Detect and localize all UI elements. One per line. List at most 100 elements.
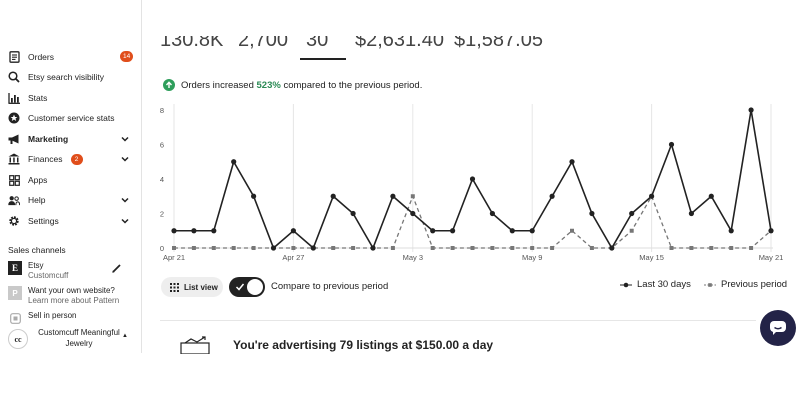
data-point-last-30-days <box>529 228 535 234</box>
edit-pencil-icon[interactable] <box>112 264 121 273</box>
x-tick-label: May 21 <box>759 253 784 262</box>
star-badge-icon <box>8 112 20 124</box>
data-point-previous-period <box>589 246 594 250</box>
data-point-last-30-days <box>350 210 356 217</box>
data-point-last-30-days <box>768 228 774 234</box>
orders-count-badge: 14 <box>120 51 134 62</box>
chevron-down-icon[interactable] <box>120 154 130 164</box>
data-point-last-30-days <box>688 210 695 217</box>
sidebar-item-settings[interactable]: Settings <box>8 212 132 230</box>
x-tick-label: May 9 <box>522 253 542 262</box>
data-point-last-30-days <box>629 210 635 217</box>
x-tick-label: May 3 <box>403 253 423 262</box>
orders-increase-note: Orders increased 523% compared to the pr… <box>163 79 422 91</box>
data-point-last-30-days <box>450 228 456 234</box>
caret-up-icon[interactable]: ▲ <box>122 333 128 339</box>
data-point-previous-period <box>231 246 236 250</box>
data-point-previous-period <box>410 194 415 199</box>
data-point-last-30-days <box>589 210 595 217</box>
arrow-up-icon <box>163 79 175 91</box>
chevron-down-icon[interactable] <box>120 216 130 226</box>
data-point-last-30-days <box>430 228 436 234</box>
pattern-logo-icon: P <box>8 286 22 300</box>
y-tick-label: 0 <box>160 244 164 253</box>
legend-previous-period: Previous period <box>704 279 787 290</box>
sidebar-item-help[interactable]: Help <box>8 191 132 209</box>
data-point-last-30-days <box>251 193 257 199</box>
data-point-last-30-days <box>569 159 575 165</box>
data-point-previous-period <box>211 246 216 250</box>
chat-help-button[interactable] <box>760 310 796 346</box>
sidebar-item-orders[interactable]: Orders 14 <box>8 48 134 66</box>
note-percent: 523% <box>256 79 281 91</box>
check-icon <box>235 283 245 291</box>
data-point-last-30-days <box>469 176 476 182</box>
chat-bubble-icon <box>770 321 786 335</box>
data-point-last-30-days <box>330 193 336 199</box>
data-point-previous-period <box>490 246 495 250</box>
stat-views[interactable]: 2,700 <box>238 36 288 52</box>
data-point-last-30-days <box>270 245 277 251</box>
legend-dashed-marker <box>704 282 716 287</box>
chevron-down-icon[interactable] <box>120 134 130 144</box>
data-point-previous-period <box>729 246 734 250</box>
people-icon <box>8 194 20 206</box>
grid-dots-icon <box>170 282 179 292</box>
channel-title: Want your own website? <box>28 286 115 295</box>
apps-grid-icon <box>8 174 20 186</box>
channel-subtitle: Learn more about Pattern <box>28 296 120 305</box>
compare-label: Compare to previous period <box>271 281 389 292</box>
shop-avatar[interactable]: cc <box>8 329 28 349</box>
compare-toggle[interactable] <box>229 277 265 297</box>
data-point-last-30-days <box>489 210 495 217</box>
data-point-last-30-days <box>668 141 675 148</box>
shop-name[interactable]: Customcuff Meaningful Jewelry <box>34 327 124 349</box>
sidebar-item-search-visibility[interactable]: Etsy search visibility <box>8 68 132 86</box>
legend-last-30-days: Last 30 days <box>620 279 691 290</box>
stats-strip: 130.8K 2,700 30 $2,631.40 $1,587.05 <box>160 36 760 58</box>
sidebar-item-label: Orders <box>28 52 54 62</box>
data-point-previous-period <box>709 246 714 250</box>
advertising-chart-icon <box>180 336 210 354</box>
sales-channels-title: Sales channels <box>8 245 66 255</box>
sidebar: Orders 14 Etsy search visibility Stats C… <box>0 0 142 353</box>
list-view-label: List view <box>184 282 218 292</box>
channel-pattern[interactable]: P Want your own website? Learn more abou… <box>8 286 119 306</box>
gear-icon <box>8 215 20 227</box>
sidebar-item-customer-service-stats[interactable]: Customer service stats <box>8 109 132 127</box>
sidebar-item-label: Marketing <box>28 134 69 144</box>
sidebar-item-marketing[interactable]: Marketing <box>8 130 132 148</box>
sidebar-item-finances[interactable]: Finances 2 <box>8 150 132 168</box>
y-tick-label: 2 <box>160 210 164 219</box>
list-view-button[interactable]: List view <box>161 277 223 297</box>
stat-revenue[interactable]: $2,631.40 <box>355 36 444 52</box>
data-point-last-30-days <box>191 228 197 234</box>
data-point-last-30-days <box>211 228 217 234</box>
chevron-down-icon[interactable] <box>120 195 130 205</box>
etsy-logo-icon: E <box>8 261 22 275</box>
advertising-summary: You're advertising 79 listings at $150.0… <box>233 338 494 352</box>
sidebar-item-stats[interactable]: Stats <box>8 89 132 107</box>
data-point-last-30-days <box>231 159 237 165</box>
bar-chart-icon <box>8 92 20 104</box>
data-point-previous-period <box>291 246 296 250</box>
data-point-previous-period <box>470 246 475 250</box>
stat-earnings[interactable]: $1,587.05 <box>454 36 543 52</box>
orders-icon <box>8 51 20 63</box>
channel-sell-in-person[interactable]: Sell in person <box>8 311 76 325</box>
stat-visits[interactable]: 130.8K <box>160 36 223 52</box>
toggle-knob <box>247 279 263 295</box>
stat-orders[interactable]: 30 <box>306 36 328 52</box>
x-tick-label: Apr 27 <box>282 253 304 262</box>
sidebar-item-apps[interactable]: Apps <box>8 171 132 189</box>
data-point-last-30-days <box>549 193 555 199</box>
data-point-previous-period <box>251 246 256 250</box>
orders-line-chart: 0 2 4 6 8 Apr 21 Apr 27 May 3 May 9 May 15 May 21 <box>160 104 784 262</box>
legend-label: Previous period <box>721 279 788 290</box>
data-point-last-30-days <box>370 245 376 251</box>
data-point-last-30-days <box>310 245 316 251</box>
megaphone-icon <box>8 133 20 145</box>
channel-etsy[interactable]: E Etsy Customcuff <box>8 261 68 281</box>
data-point-last-30-days <box>171 228 177 234</box>
data-point-last-30-days <box>748 107 754 113</box>
